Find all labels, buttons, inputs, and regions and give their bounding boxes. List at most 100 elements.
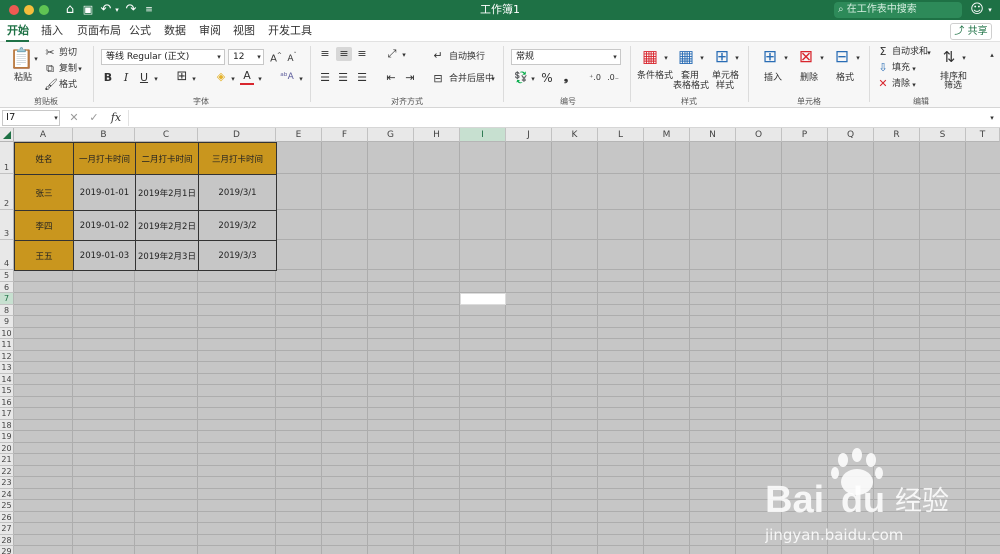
row-header-10[interactable]: 10 [0, 327, 14, 339]
column-header-a[interactable]: A [14, 128, 73, 142]
percent-icon[interactable]: % [540, 71, 554, 85]
scissors-icon[interactable]: ✂ [44, 46, 56, 60]
insert-function-icon[interactable]: fx [108, 111, 124, 125]
tab-review[interactable]: 审阅 [199, 24, 221, 38]
enter-icon[interactable]: ✓ [88, 111, 100, 125]
sort-filter-icon[interactable]: ⇅ [938, 47, 960, 67]
increase-decimal-icon[interactable]: ⁺.0 [587, 71, 603, 85]
merge-center-button[interactable]: 合并后居中 [449, 74, 494, 85]
tab-home[interactable]: 开始 [7, 24, 29, 38]
row-header-4[interactable]: 4 [0, 240, 14, 270]
row-header-11[interactable]: 11 [0, 339, 14, 351]
cancel-icon[interactable]: ✕ [68, 111, 80, 125]
table-cell[interactable]: 2019年2月3日 [135, 240, 199, 271]
table-cell[interactable]: 2019年2月1日 [135, 174, 199, 211]
column-header-e[interactable]: E [276, 128, 322, 142]
increase-font-icon[interactable]: A^ [269, 49, 283, 66]
table-cell[interactable]: 2019-01-03 [73, 240, 136, 271]
column-header-m[interactable]: M [644, 128, 690, 142]
column-header-g[interactable]: G [368, 128, 414, 142]
autosum-dropdown-icon[interactable]: ▾ [925, 46, 933, 60]
format-cells-button[interactable]: 格式 [836, 73, 854, 84]
paste-dropdown-icon[interactable]: ▾ [32, 52, 40, 66]
undo-dropdown-icon[interactable]: ▾ [113, 2, 121, 18]
row-header-3[interactable]: 3 [0, 210, 14, 240]
column-header-r[interactable]: R [874, 128, 920, 142]
format-painter-icon[interactable]: 🖌 [44, 78, 58, 92]
row-header-12[interactable]: 12 [0, 350, 14, 362]
save-icon[interactable]: ▣ [81, 2, 95, 18]
insert-cells-button[interactable]: 插入 [764, 73, 782, 84]
clear-icon[interactable]: ✕ [876, 77, 890, 91]
table-header-cell[interactable]: 一月打卡时间 [73, 142, 136, 175]
worksheet-grid[interactable]: ABCDEFGHIJKLMNOPQRST 1 2 3 4 5 6 7 8 9 10 11 12 13 14… [0, 128, 1000, 554]
column-header-p[interactable]: P [782, 128, 828, 142]
borders-icon[interactable]: ⊞ [174, 70, 190, 84]
column-header-f[interactable]: F [322, 128, 368, 142]
italic-icon[interactable]: I [119, 71, 133, 85]
row-header-7[interactable]: 7 [0, 293, 14, 305]
table-cell[interactable]: 张三 [14, 174, 74, 211]
align-right-icon[interactable]: ☰ [355, 71, 369, 85]
decrease-indent-icon[interactable]: ⇤ [384, 71, 398, 85]
copy-icon[interactable]: ⧉ [44, 62, 56, 76]
orientation-icon[interactable]: ⤢ [384, 47, 400, 61]
column-header-s[interactable]: S [920, 128, 966, 142]
column-header-l[interactable]: L [598, 128, 644, 142]
currency-dropdown-icon[interactable]: ▾ [529, 72, 537, 86]
fill-dropdown-icon[interactable]: ▾ [910, 62, 918, 76]
underline-icon[interactable]: U [137, 71, 151, 85]
table-header-cell[interactable]: 三月打卡时间 [198, 142, 277, 175]
align-bottom-icon[interactable]: ≡ [355, 47, 369, 61]
cell-styles-label-2[interactable]: 样式 [716, 81, 734, 92]
font-family-dropdown-icon[interactable]: ▾ [214, 50, 224, 64]
sort-filter-dropdown-icon[interactable]: ▾ [960, 51, 968, 65]
increase-indent-icon[interactable]: ⇥ [403, 71, 417, 85]
cell-styles-icon[interactable]: ⊞ [710, 47, 734, 67]
row-header-23[interactable]: 23 [0, 477, 14, 489]
table-header-cell[interactable]: 姓名 [14, 142, 74, 175]
delete-cells-button[interactable]: 删除 [800, 73, 818, 84]
format-cells-dropdown-icon[interactable]: ▾ [854, 51, 862, 65]
conditional-formatting-dropdown-icon[interactable]: ▾ [662, 51, 670, 65]
row-header-25[interactable]: 25 [0, 500, 14, 512]
orientation-dropdown-icon[interactable]: ▾ [400, 48, 408, 62]
insert-dropdown-icon[interactable]: ▾ [782, 51, 790, 65]
table-cell[interactable]: 2019-01-02 [73, 210, 136, 241]
borders-dropdown-icon[interactable]: ▾ [190, 72, 198, 86]
row-header-29[interactable]: 29 [0, 546, 14, 554]
delete-cells-icon[interactable]: ⊠ [794, 47, 818, 67]
fill-button[interactable]: 填充 [892, 63, 910, 74]
tab-formulas[interactable]: 公式 [129, 24, 151, 38]
expand-formula-bar-icon[interactable]: ▾ [988, 111, 996, 125]
row-header-18[interactable]: 18 [0, 419, 14, 431]
tab-insert[interactable]: 插入 [41, 24, 63, 38]
minimize-window-button[interactable] [24, 5, 34, 15]
row-header-19[interactable]: 19 [0, 431, 14, 443]
decrease-decimal-icon[interactable]: .0₋ [605, 71, 621, 85]
share-button[interactable]: ⤴ 共享 [950, 23, 992, 40]
clear-button[interactable]: 清除 [892, 79, 910, 90]
copy-label[interactable]: 复制 [59, 64, 77, 75]
conditional-formatting-icon[interactable]: ▦ [638, 47, 662, 67]
row-header-5[interactable]: 5 [0, 270, 14, 282]
column-header-b[interactable]: B [73, 128, 135, 142]
table-cell[interactable]: 李四 [14, 210, 74, 241]
table-cell[interactable]: 2019/3/2 [198, 210, 277, 241]
merge-dropdown-icon[interactable]: ▾ [489, 72, 497, 86]
font-family-select[interactable]: 等线 Regular (正文) [101, 49, 225, 65]
row-header-20[interactable]: 20 [0, 442, 14, 454]
row-header-27[interactable]: 27 [0, 523, 14, 535]
table-cell[interactable]: 2019/3/3 [198, 240, 277, 271]
select-all-button[interactable] [0, 128, 14, 142]
row-header-8[interactable]: 8 [0, 304, 14, 316]
formula-input[interactable] [128, 110, 986, 126]
account-icon[interactable]: ☺ [970, 2, 984, 18]
table-header-cell[interactable]: 二月打卡时间 [135, 142, 199, 175]
conditional-formatting-button[interactable]: 条件格式 [637, 71, 673, 82]
row-header-2[interactable]: 2 [0, 174, 14, 210]
home-icon[interactable]: ⌂ [63, 2, 77, 18]
row-header-21[interactable]: 21 [0, 454, 14, 466]
row-header-6[interactable]: 6 [0, 281, 14, 293]
align-middle-icon[interactable]: ≡ [336, 47, 352, 61]
